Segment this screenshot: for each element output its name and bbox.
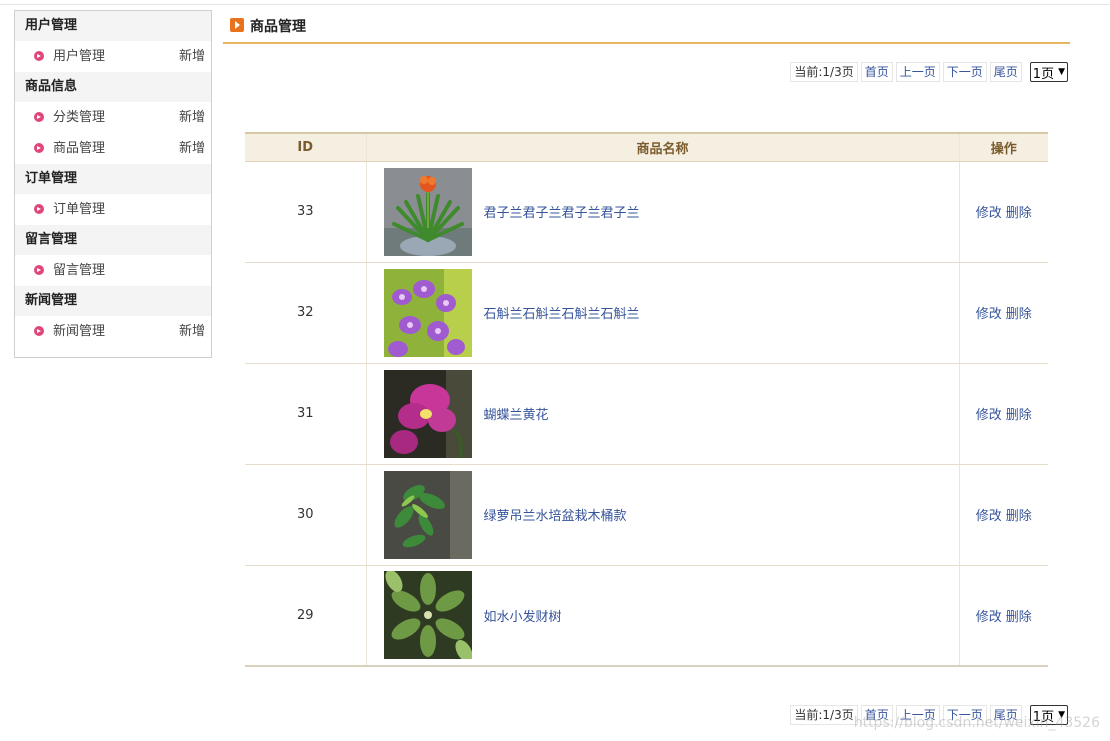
goods-name-link[interactable]: 如水小发财树 [484,606,562,625]
sidebar-item-message-manage[interactable]: 留言管理 [15,255,211,286]
table-row: 30 绿萝吊兰水培盆栽木桶款 修改 删除 [245,464,1048,566]
goods-name-link[interactable]: 绿萝吊兰水培盆栽木桶款 [484,505,627,524]
page-indicator: 当前:1/3页 [790,705,858,725]
sidebar-menu: 用户管理 用户管理 新增 商品信息 分类管理 新增 商品管理 新增 订单管理 订… [14,10,212,358]
bullet-arrow-icon [34,143,44,153]
edit-link[interactable]: 修改 [976,610,1002,625]
bullet-arrow-icon [34,204,44,214]
row-id: 31 [245,363,367,465]
pagination-top: 当前:1/3页 首页 上一页 下一页 尾页 1页 ▼ [787,61,1068,83]
table-row: 31 蝴蝶兰黄花 修改 删除 [245,363,1048,465]
chevron-down-icon: ▼ [1058,67,1065,77]
delete-link[interactable]: 删除 [1006,307,1032,322]
last-page-link[interactable]: 尾页 [989,62,1022,82]
row-id: 32 [245,262,367,364]
title-divider [223,42,1070,44]
row-id: 33 [245,161,367,263]
pothos-spider-plant-image[interactable] [383,470,472,559]
sidebar-add-news-link[interactable]: 新增 [179,316,205,347]
top-divider [0,4,1110,5]
bullet-arrow-icon [34,265,44,275]
sidebar-item-label[interactable]: 分类管理 [53,110,105,125]
sidebar-item-label[interactable]: 新闻管理 [53,324,105,339]
next-page-link[interactable]: 下一页 [942,62,987,82]
first-page-link[interactable]: 首页 [860,62,893,82]
sidebar-group-title-goods: 商品信息 [15,72,211,102]
column-header-id: ID [245,132,367,162]
bullet-arrow-icon [34,326,44,336]
bullet-arrow-icon [34,51,44,61]
sidebar-item-goods-manage[interactable]: 商品管理 新增 [15,133,211,164]
sidebar-group-title-users: 用户管理 [15,11,211,41]
table-row: 32 石斛兰石斛兰石斛兰石斛兰 修改 删除 [245,262,1048,364]
delete-link[interactable]: 删除 [1006,509,1032,524]
sidebar-item-user-manage[interactable]: 用户管理 新增 [15,41,211,72]
edit-link[interactable]: 修改 [976,206,1002,221]
clivia-plant-image[interactable] [383,167,472,256]
sidebar-add-category-link[interactable]: 新增 [179,102,205,133]
sidebar-item-order-manage[interactable]: 订单管理 [15,194,211,225]
watermark: https://blog.csdn.net/weixin_43526 [853,715,1100,731]
arrow-right-icon [230,18,244,32]
column-header-name: 商品名称 [366,132,960,162]
sidebar-item-label[interactable]: 商品管理 [53,141,105,156]
sidebar-item-label[interactable]: 订单管理 [53,202,105,217]
edit-link[interactable]: 修改 [976,509,1002,524]
sidebar-add-user-link[interactable]: 新增 [179,41,205,72]
delete-link[interactable]: 删除 [1006,610,1032,625]
bullet-arrow-icon [34,112,44,122]
page-title-text: 商品管理 [250,19,306,35]
table-header-row: ID 商品名称 操作 [245,132,1048,162]
row-id: 29 [245,565,367,667]
edit-link[interactable]: 修改 [976,307,1002,322]
goods-name-link[interactable]: 君子兰君子兰君子兰君子兰 [484,202,640,221]
sidebar-item-news-manage[interactable]: 新闻管理 新增 [15,316,211,347]
delete-link[interactable]: 删除 [1006,408,1032,423]
page-indicator: 当前:1/3页 [790,62,858,82]
delete-link[interactable]: 删除 [1006,206,1032,221]
sidebar-group-title-orders: 订单管理 [15,164,211,194]
goods-name-link[interactable]: 石斛兰石斛兰石斛兰石斛兰 [484,303,640,322]
row-id: 30 [245,464,367,566]
dendrobium-orchid-image[interactable] [383,268,472,357]
sidebar-group-title-news: 新闻管理 [15,286,211,316]
page-title: 商品管理 [230,16,306,38]
sidebar-item-label[interactable]: 留言管理 [53,263,105,278]
goods-table: ID 商品名称 操作 33 君子兰君子兰君子兰君子兰 修改 删除 32 石斛兰石… [245,132,1048,667]
sidebar-item-label[interactable]: 用户管理 [53,49,105,64]
sidebar-add-goods-link[interactable]: 新增 [179,133,205,164]
prev-page-link[interactable]: 上一页 [895,62,940,82]
column-header-op: 操作 [959,132,1048,162]
table-row: 33 君子兰君子兰君子兰君子兰 修改 删除 [245,161,1048,263]
goods-name-link[interactable]: 蝴蝶兰黄花 [484,404,549,423]
sidebar-group-title-messages: 留言管理 [15,225,211,255]
money-tree-image[interactable] [383,571,472,660]
page-select-value: 1页 [1032,66,1055,82]
table-row: 29 如水小发财树 修改 删除 [245,565,1048,667]
phalaenopsis-orchid-image[interactable] [383,369,472,458]
page-select[interactable]: 1页 ▼ [1029,62,1068,82]
sidebar-item-category-manage[interactable]: 分类管理 新增 [15,102,211,133]
edit-link[interactable]: 修改 [976,408,1002,423]
